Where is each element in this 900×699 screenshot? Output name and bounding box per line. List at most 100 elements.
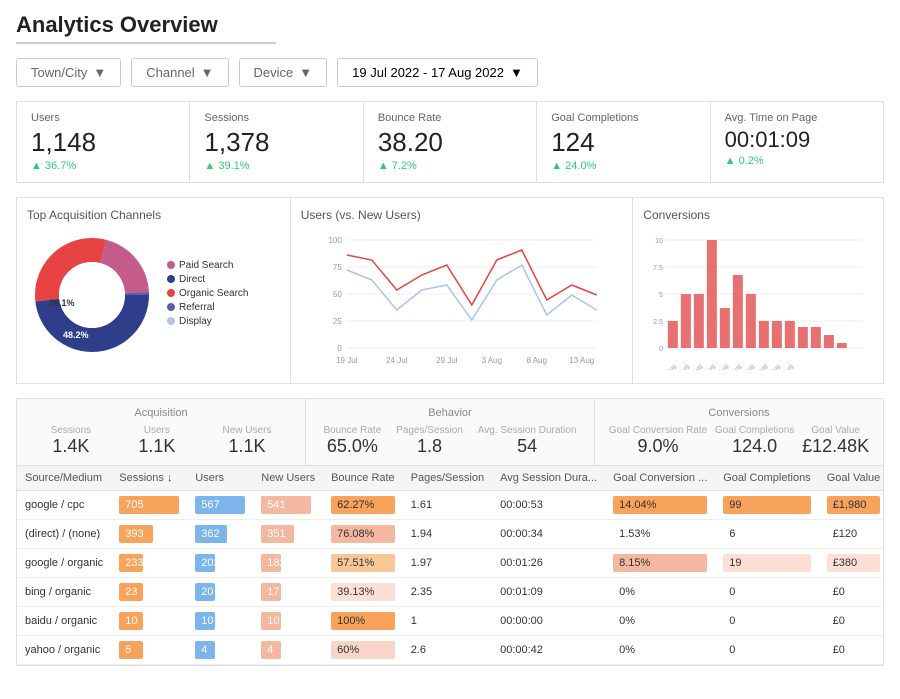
organic-dot xyxy=(167,289,175,297)
town-city-label: Town/City xyxy=(31,65,87,80)
cell-sessions: 5 xyxy=(111,635,187,664)
date-range-filter[interactable]: 19 Jul 2022 - 17 Aug 2022 ▼ xyxy=(337,58,538,87)
up-arrow-icon xyxy=(551,160,565,172)
avg-session-metric: Avg. Session Duration 54 xyxy=(478,425,577,457)
referral-dot xyxy=(167,303,175,311)
device-label: Device xyxy=(254,65,294,80)
kpi-avg-time-label: Avg. Time on Page xyxy=(725,112,869,124)
cell-avg-session: 00:00:00 xyxy=(492,606,605,635)
town-city-filter[interactable]: Town/City ▼ xyxy=(16,58,121,87)
channel-arrow: ▼ xyxy=(201,65,214,80)
kpi-sessions: Sessions 1,378 39.1% xyxy=(190,102,363,182)
svg-text:8 Aug: 8 Aug xyxy=(754,363,769,369)
cell-users: 10 xyxy=(187,606,253,635)
cell-avg-session: 00:00:53 xyxy=(492,490,605,519)
display-label: Display xyxy=(179,316,212,327)
svg-text:50: 50 xyxy=(333,290,342,299)
cell-users: 4 xyxy=(187,635,253,664)
col-source[interactable]: Source/Medium xyxy=(17,466,111,491)
table-row: bing / organic 23 20 17 39.13% 2.35 00:0… xyxy=(17,577,883,606)
col-avg-session[interactable]: Avg Session Dura... xyxy=(492,466,605,491)
table-summary-header: Acquisition Sessions 1.4K Users 1.1K New… xyxy=(17,399,883,466)
data-table: Source/Medium Sessions ↓ Users New Users… xyxy=(17,466,883,665)
legend-direct: Direct xyxy=(167,274,248,285)
cell-goal-value: £120 xyxy=(819,519,883,548)
kpi-bounce-rate: Bounce Rate 38.20 7.2% xyxy=(364,102,537,182)
goal-value-metric: Goal Value £12.48K xyxy=(802,425,869,457)
bounce-rate-metric: Bounce Rate 65.0% xyxy=(323,425,381,457)
acquisition-metrics: Sessions 1.4K Users 1.1K New Users 1.1K xyxy=(27,425,295,457)
cell-pages-session: 1 xyxy=(403,606,492,635)
col-goal-conv[interactable]: Goal Conversion ... xyxy=(605,466,715,491)
cell-goal-conv: 0% xyxy=(605,577,715,606)
legend-display: Display xyxy=(167,316,248,327)
bar-chart-svg: 10 7.5 5 2.5 0 xyxy=(643,230,873,370)
goal-comp-label: Goal Completions xyxy=(715,425,794,436)
col-goal-value[interactable]: Goal Value xyxy=(819,466,883,491)
pages-session-metric: Pages/Session 1.8 xyxy=(396,425,463,457)
users-chart-title: Users (vs. New Users) xyxy=(301,208,623,222)
channel-label: Channel xyxy=(146,65,194,80)
cell-goal-value: £0 xyxy=(819,635,883,664)
cell-source: yahoo / organic xyxy=(17,635,111,664)
table-row: (direct) / (none) 393 362 351 76.08% 1.9… xyxy=(17,519,883,548)
kpi-sessions-change: 39.1% xyxy=(204,160,348,172)
donut-legend: Paid Search Direct Organic Search Referr… xyxy=(167,260,248,330)
conversions-chart-panel: Conversions 10 7.5 5 2.5 0 xyxy=(633,198,883,383)
behavior-summary: Behavior Bounce Rate 65.0% Pages/Session… xyxy=(306,399,595,465)
svg-text:75: 75 xyxy=(333,263,342,272)
channel-filter[interactable]: Channel ▼ xyxy=(131,58,228,87)
cell-bounce-rate: 57.51% xyxy=(323,548,403,577)
cell-pages-session: 1.94 xyxy=(403,519,492,548)
cell-source: baidu / organic xyxy=(17,606,111,635)
cell-goal-conv: 8.15% xyxy=(605,548,715,577)
col-pages-session[interactable]: Pages/Session xyxy=(403,466,492,491)
kpi-goal-label: Goal Completions xyxy=(551,112,695,124)
cell-goal-conv: 1.53% xyxy=(605,519,715,548)
data-table-section: Acquisition Sessions 1.4K Users 1.1K New… xyxy=(16,398,884,666)
cell-new-users: 17 xyxy=(253,577,323,606)
col-goal-comp[interactable]: Goal Completions xyxy=(715,466,818,491)
svg-text:0: 0 xyxy=(659,346,663,353)
cell-source: google / organic xyxy=(17,548,111,577)
up-arrow-icon xyxy=(378,160,392,172)
table-row: baidu / organic 10 10 10 100% 1 00:00:00… xyxy=(17,606,883,635)
display-dot xyxy=(167,317,175,325)
cell-pages-session: 2.6 xyxy=(403,635,492,664)
goal-value-value: £12.48K xyxy=(802,436,869,457)
cell-goal-value: £380 xyxy=(819,548,883,577)
goal-conv-label: Goal Conversion Rate xyxy=(609,425,707,436)
device-filter[interactable]: Device ▼ xyxy=(239,58,328,87)
col-sessions[interactable]: Sessions ↓ xyxy=(111,466,187,491)
cell-avg-session: 00:01:09 xyxy=(492,577,605,606)
kpi-bounce-change: 7.2% xyxy=(378,160,522,172)
legend-paid-search: Paid Search xyxy=(167,260,248,271)
cell-goal-conv: 14.04% xyxy=(605,490,715,519)
svg-text:19 Jul: 19 Jul xyxy=(336,356,358,365)
svg-text:29 Jul: 29 Jul xyxy=(436,356,458,365)
cell-pages-session: 2.35 xyxy=(403,577,492,606)
conversions-chart-title: Conversions xyxy=(643,208,873,222)
sessions-metric-label: Sessions xyxy=(51,425,92,436)
kpi-sessions-value: 1,378 xyxy=(204,128,348,157)
cell-avg-session: 00:01:26 xyxy=(492,548,605,577)
pages-session-value: 1.8 xyxy=(396,436,463,457)
cell-sessions: 23 xyxy=(111,577,187,606)
col-users[interactable]: Users xyxy=(187,466,253,491)
cell-goal-conv: 0% xyxy=(605,635,715,664)
paid-search-label: Paid Search xyxy=(179,260,233,271)
up-arrow-icon xyxy=(31,160,45,172)
svg-text:25: 25 xyxy=(333,317,342,326)
avg-session-value: 54 xyxy=(478,436,577,457)
kpi-row: Users 1,148 36.7% Sessions 1,378 39.1% B… xyxy=(16,101,884,183)
sessions-metric-value: 1.4K xyxy=(51,436,92,457)
kpi-avg-time-value: 00:01:09 xyxy=(725,128,869,152)
legend-referral: Referral xyxy=(167,302,248,313)
svg-text:7 Aug: 7 Aug xyxy=(767,363,782,369)
cell-new-users: 10 xyxy=(253,606,323,635)
charts-row: Top Acquisition Channels xyxy=(16,197,884,384)
col-bounce-rate[interactable]: Bounce Rate xyxy=(323,466,403,491)
col-new-users[interactable]: New Users xyxy=(253,466,323,491)
svg-text:6 Aug: 6 Aug xyxy=(780,363,795,369)
cell-avg-session: 00:00:42 xyxy=(492,635,605,664)
